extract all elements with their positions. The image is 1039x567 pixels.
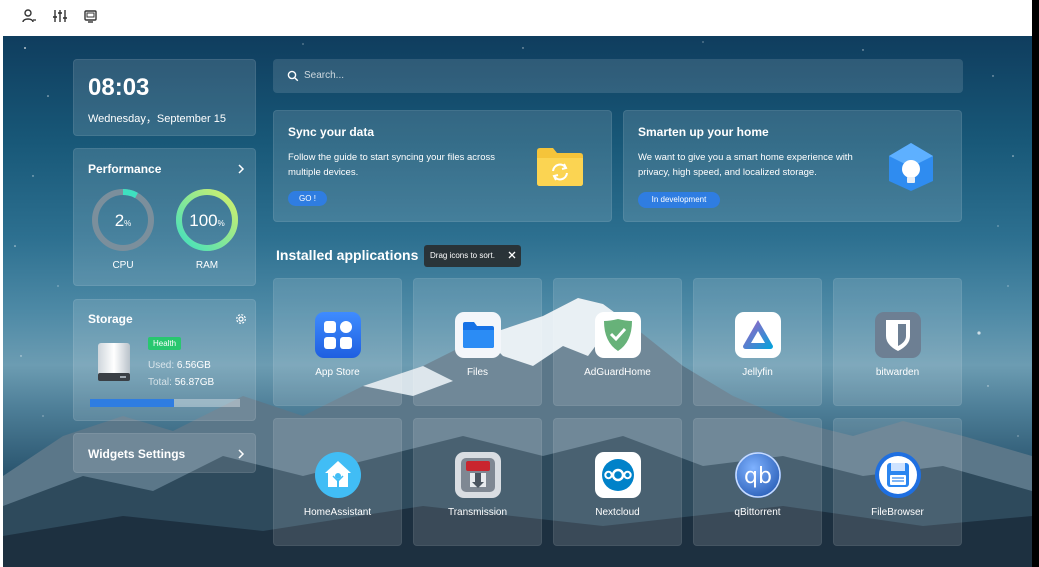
top-toolbar — [0, 0, 1039, 36]
jellyfin-icon — [735, 312, 781, 358]
storage-progress-fill — [90, 399, 174, 407]
app-tile-jellyfin[interactable]: Jellyfin — [693, 278, 822, 406]
storage-used: Used: 6.56GB — [148, 360, 211, 371]
sync-text: Follow the guide to start syncing your f… — [288, 152, 495, 178]
sync-folder-icon — [537, 148, 583, 186]
clock-time: 08:03 — [88, 74, 150, 101]
monitor-icon[interactable] — [82, 7, 100, 25]
desktop: 08:03 Wednesday，September 15 Performance… — [3, 36, 1032, 567]
clock-widget: 08:03 Wednesday，September 15 — [73, 59, 256, 136]
sliders-icon[interactable] — [51, 7, 69, 25]
smart-home-text: We want to give you a smart home experie… — [638, 152, 853, 178]
app-name: Transmission — [447, 507, 508, 518]
storage-total: Total: 56.87GB — [148, 377, 214, 388]
in-development-button[interactable]: In development — [638, 192, 720, 208]
user-icon[interactable] — [20, 7, 38, 25]
nextcloud-icon — [595, 452, 641, 498]
ram-value: 100% — [174, 211, 240, 231]
search-icon — [287, 70, 299, 82]
search-input[interactable]: Search... — [273, 59, 963, 93]
storage-widget: Storage Health Used: 6.56GB Total: 56.87… — [73, 299, 256, 421]
svg-text:qb: qb — [744, 464, 772, 489]
app-name: qBittorrent — [734, 507, 781, 518]
homeassistant-icon — [315, 452, 361, 498]
smart-home-title: Smarten up your home — [638, 125, 769, 139]
app-tile-adguardhome[interactable]: AdGuardHome — [553, 278, 682, 406]
performance-widget: Performance 2% CPU 100% RAM — [73, 148, 256, 286]
app-tile-files[interactable]: Files — [413, 278, 542, 406]
app-name: AdGuardHome — [584, 367, 651, 378]
app-name: Nextcloud — [595, 507, 640, 518]
storage-progress — [90, 399, 240, 407]
health-badge: Health — [148, 337, 182, 350]
used-label: Used: — [148, 360, 175, 371]
app-name: Jellyfin — [742, 367, 773, 378]
search-placeholder: Search... — [304, 70, 345, 81]
chevron-right-icon[interactable] — [235, 163, 247, 175]
sync-title: Sync your data — [288, 125, 375, 139]
window-edge — [1032, 0, 1039, 567]
app-store-icon — [315, 312, 361, 358]
app-name: App Store — [315, 367, 360, 378]
cpu-value-number: 2 — [114, 211, 125, 230]
chevron-right-icon — [238, 449, 245, 459]
app-tile-filebrowser[interactable]: FileBrowser — [833, 418, 962, 546]
close-icon[interactable] — [507, 250, 517, 260]
storage-title: Storage — [88, 312, 133, 326]
adguard-icon — [595, 312, 641, 358]
installed-apps-title: Installed applications — [276, 247, 419, 263]
ram-value-number: 100 — [189, 211, 218, 230]
app-tile-nextcloud[interactable]: Nextcloud — [553, 418, 682, 546]
smart-home-bulb-icon — [889, 143, 933, 191]
drag-tip: Drag icons to sort. — [424, 245, 521, 267]
performance-title: Performance — [88, 162, 162, 176]
widgets-settings-button[interactable]: Widgets Settings — [73, 433, 256, 473]
clock-date: Wednesday，September 15 — [88, 113, 226, 125]
app-tile-app-store[interactable]: App Store — [273, 278, 402, 406]
app-tile-transmission[interactable]: Transmission — [413, 418, 542, 546]
app-tile-qbittorrent[interactable]: qb qBittorrent — [693, 418, 822, 546]
qbittorrent-icon: qb — [735, 452, 781, 498]
gear-icon[interactable] — [235, 313, 247, 325]
app-name: FileBrowser — [871, 507, 924, 518]
transmission-icon — [455, 452, 501, 498]
app-name: bitwarden — [875, 367, 920, 378]
cpu-value: 2% — [90, 211, 156, 231]
used-value: 6.56GB — [176, 360, 211, 371]
sync-banner: Sync your data Follow the guide to start… — [273, 110, 612, 222]
cpu-unit: % — [124, 219, 132, 228]
cpu-label: CPU — [112, 260, 134, 271]
app-name: Files — [466, 367, 489, 378]
go-button[interactable]: GO ! — [288, 191, 327, 206]
app-name: HomeAssistant — [303, 507, 372, 518]
drag-tip-text: Drag icons to sort. — [430, 251, 495, 260]
total-value: 56.87GB — [174, 377, 215, 388]
bitwarden-icon — [875, 312, 921, 358]
app-tile-homeassistant[interactable]: HomeAssistant — [273, 418, 402, 546]
smart-home-banner: Smarten up your home We want to give you… — [623, 110, 962, 222]
total-label: Total: — [148, 377, 172, 388]
files-icon — [455, 312, 501, 358]
disk-icon — [98, 343, 130, 381]
app-tile-bitwarden[interactable]: bitwarden — [833, 278, 962, 406]
widgets-settings-label: Widgets Settings — [88, 447, 186, 461]
filebrowser-icon — [875, 452, 921, 498]
ram-unit: % — [217, 219, 225, 228]
ram-label: RAM — [195, 260, 219, 271]
